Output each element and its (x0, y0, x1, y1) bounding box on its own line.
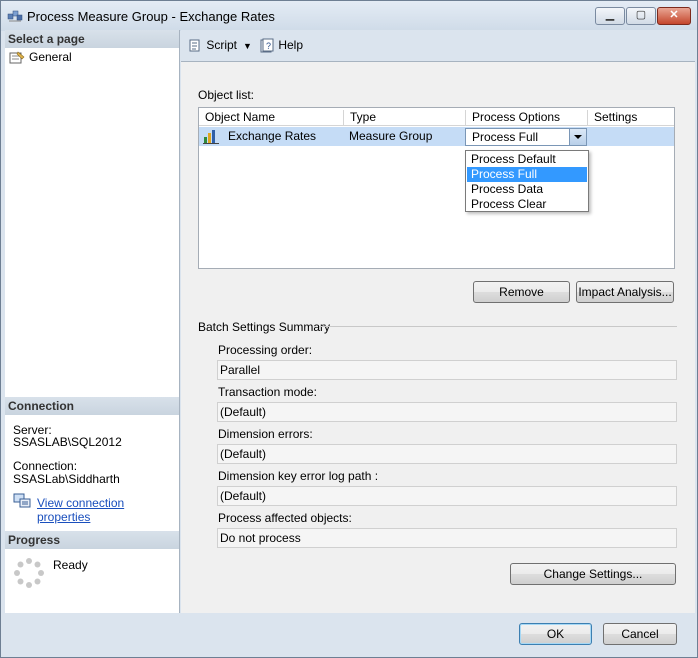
maximize-button[interactable]: ▢ (626, 7, 656, 25)
minimize-button[interactable]: ▁ (595, 7, 625, 25)
dimension-key-error-log-path-label: Dimension key error log path : (218, 469, 379, 483)
table-row[interactable]: Exchange Rates Measure Group Process Ful… (199, 127, 674, 146)
processing-order-value: Parallel (217, 360, 677, 380)
row-object-name: Exchange Rates (228, 129, 317, 143)
dialog-window: Process Measure Group - Exchange Rates ▁… (0, 0, 698, 658)
dropdown-option-process-default[interactable]: Process Default (467, 152, 587, 167)
close-icon: ✕ (669, 9, 679, 21)
process-options-selected: Process Full (472, 130, 539, 144)
dropdown-option-process-clear[interactable]: Process Clear (467, 197, 587, 212)
dimension-errors-value: (Default) (217, 444, 677, 464)
cube-app-icon (7, 10, 23, 22)
server-value: SSASLAB\SQL2012 (13, 435, 122, 449)
script-icon (189, 39, 200, 52)
object-list-grid: Object Name Type Process Options Setting… (198, 107, 675, 269)
combo-dropdown-arrow-icon[interactable] (569, 129, 586, 145)
left-pane: Select a page General Connection Server:… (5, 30, 180, 613)
select-page-header: Select a page (5, 30, 179, 48)
svg-text:?: ? (266, 41, 271, 51)
ok-button[interactable]: OK (519, 623, 592, 645)
cancel-button[interactable]: Cancel (603, 623, 677, 645)
dimension-errors-label: Dimension errors: (218, 427, 313, 441)
dimension-key-error-log-path-value: (Default) (217, 486, 677, 506)
grid-header: Object Name Type Process Options Setting… (199, 108, 674, 126)
change-settings-button[interactable]: Change Settings... (510, 563, 676, 585)
process-affected-objects-value: Do not process (217, 528, 677, 548)
script-label: Script (206, 38, 238, 52)
transaction-mode-value: (Default) (217, 402, 677, 422)
dropdown-option-process-data[interactable]: Process Data (467, 182, 587, 197)
impact-analysis-button[interactable]: Impact Analysis... (576, 281, 674, 303)
window-title: Process Measure Group - Exchange Rates (27, 9, 275, 24)
column-header-object-name[interactable]: Object Name (199, 110, 275, 126)
progress-header: Progress (5, 531, 179, 549)
connection-properties-icon (13, 493, 31, 508)
help-icon: ? (260, 38, 274, 53)
help-button[interactable]: ? Help (259, 37, 303, 53)
column-header-type[interactable]: Type (343, 110, 376, 126)
transaction-mode-label: Transaction mode: (218, 385, 317, 399)
help-label: Help (278, 38, 304, 52)
general-page-icon (9, 51, 25, 64)
maximize-icon: ▢ (635, 9, 647, 21)
connection-header: Connection (5, 397, 179, 415)
process-options-combo[interactable]: Process Full (465, 128, 587, 146)
dialog-footer: OK Cancel (5, 613, 697, 657)
object-list-label: Object list: (198, 88, 255, 102)
title-bar: Process Measure Group - Exchange Rates ▁… (1, 1, 697, 31)
processing-order-label: Processing order: (218, 343, 313, 357)
view-connection-properties-link[interactable]: View connection properties (37, 496, 179, 524)
dropdown-option-process-full[interactable]: Process Full (467, 167, 587, 182)
progress-status: Ready (53, 558, 88, 572)
remove-button[interactable]: Remove (473, 281, 570, 303)
process-options-dropdown: Process Default Process Full Process Dat… (465, 150, 589, 212)
close-button[interactable]: ✕ (657, 7, 691, 25)
page-item-label: General (29, 50, 72, 64)
script-button[interactable]: Script (187, 37, 237, 53)
column-header-process-options[interactable]: Process Options (465, 110, 560, 126)
measure-group-icon (203, 130, 219, 144)
batch-settings-title: Batch Settings Summary (198, 320, 331, 334)
process-affected-objects-label: Process affected objects: (218, 511, 352, 525)
row-type: Measure Group (349, 129, 433, 143)
column-header-settings[interactable]: Settings (587, 110, 637, 126)
minimize-icon: ▁ (605, 9, 615, 21)
batch-settings-divider (319, 326, 677, 327)
page-item-general[interactable]: General (9, 48, 72, 66)
main-content: Object list: Object Name Type Process Op… (181, 61, 695, 613)
connection-value: SSASLab\Siddharth (13, 472, 120, 486)
script-dropdown-button[interactable]: ▼ (243, 37, 255, 53)
toolbar: Script ▼ ? Help (181, 30, 697, 60)
chevron-down-icon: ▼ (243, 41, 252, 51)
progress-spinner-icon (14, 558, 44, 588)
